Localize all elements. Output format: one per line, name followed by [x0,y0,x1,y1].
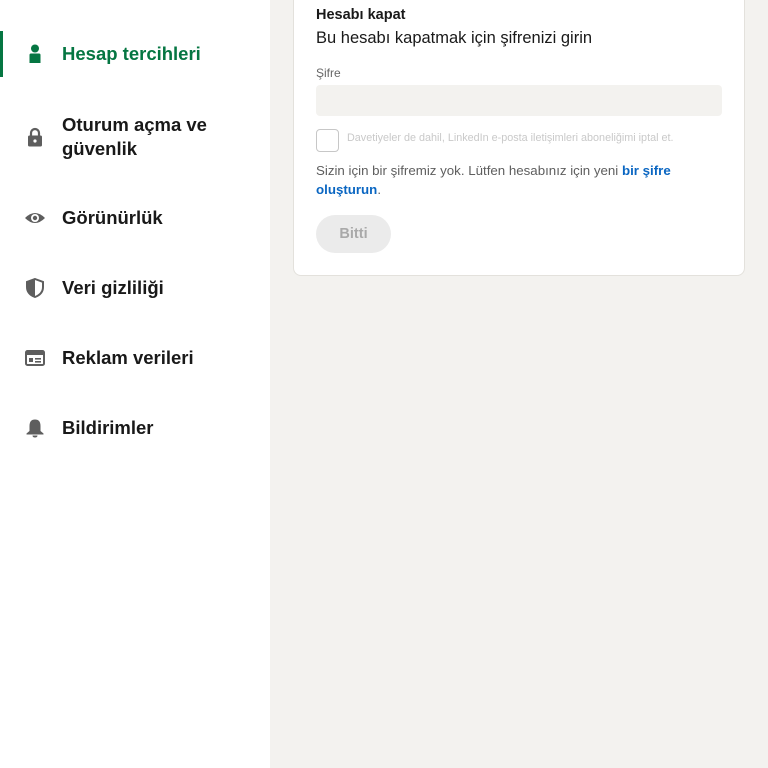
unsubscribe-checkbox[interactable] [316,129,339,152]
sidebar-item-label: Bildirimler [62,417,154,438]
bell-icon [24,417,46,439]
sidebar-item-label: Görünürlük [62,207,163,228]
sidebar-item-sign-in-security[interactable]: Oturum açma ve güvenlik [0,110,270,164]
settings-sidebar: Hesap tercihleri Oturum açma ve güvenlik… [0,0,270,768]
info-suffix: . [377,182,382,197]
sidebar-item-label: Hesap tercihleri [62,43,201,64]
password-input[interactable] [316,85,722,116]
sidebar-item-data-privacy[interactable]: Veri gizliliği [0,266,270,310]
lock-icon [24,126,46,148]
no-password-info: Sizin için bir şifremiz yok. Lütfen hesa… [316,161,716,199]
sidebar-item-visibility[interactable]: Görünürlük [0,196,270,240]
sidebar-item-label: Reklam verileri [62,347,194,368]
sidebar-item-account-preferences[interactable]: Hesap tercihleri [0,31,270,77]
close-account-card: Hesabı kapat Bu hesabı kapatmak için şif… [293,0,745,276]
card-subtitle: Bu hesabı kapatmak için şifrenizi girin [316,29,593,47]
password-label: Şifre [316,66,341,80]
main-content: Hesabı kapat Bu hesabı kapatmak için şif… [270,0,768,768]
shield-icon [24,277,46,299]
unsubscribe-checkbox-label: Davetiyeler de dahil, LinkedIn e-posta i… [347,132,674,144]
card-title: Hesabı kapat [316,7,406,23]
eye-icon [24,207,46,229]
ad-data-icon [24,347,46,369]
sidebar-item-label: Oturum açma ve güvenlik [62,114,207,159]
info-text: Sizin için bir şifremiz yok. Lütfen hesa… [316,163,622,178]
sidebar-item-ad-data[interactable]: Reklam verileri [0,336,270,380]
person-icon [24,43,46,65]
done-button[interactable]: Bitti [316,215,391,253]
sidebar-item-label: Veri gizliliği [62,277,164,298]
sidebar-item-notifications[interactable]: Bildirimler [0,406,270,450]
